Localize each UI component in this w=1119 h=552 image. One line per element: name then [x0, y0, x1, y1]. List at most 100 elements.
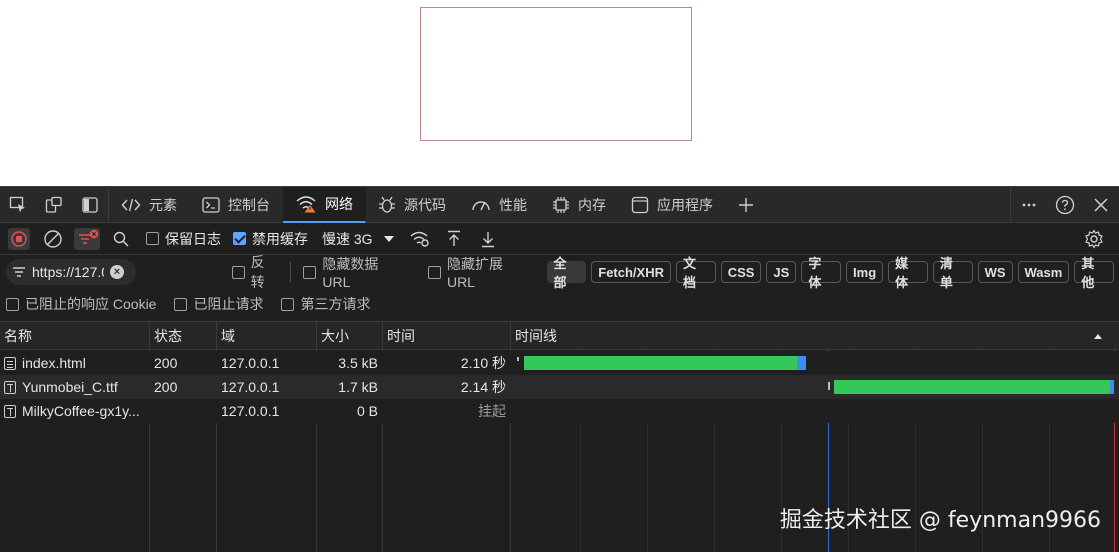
waterfall-waiting-bar — [834, 380, 1110, 394]
tab-label: 控制台 — [228, 196, 270, 213]
type-filter-js[interactable]: JS — [766, 261, 797, 283]
table-row[interactable]: Yunmobei_C.ttf 200 127.0.0.1 1.7 kB 2.14… — [0, 375, 1119, 399]
devtools-tabbar: 元素 控制台 网络 源代码 性能 内存 应用程序 — [0, 186, 1119, 223]
close-icon[interactable] — [1083, 187, 1119, 223]
console-icon — [202, 196, 220, 213]
filter-clear-icon — [74, 227, 100, 250]
tab-label: 源代码 — [404, 196, 446, 213]
checkbox[interactable] — [281, 297, 295, 311]
third-party-checkbox[interactable]: 第三方请求 — [281, 294, 370, 314]
device-emulation-icon[interactable] — [36, 187, 72, 223]
preserve-log-checkbox[interactable]: 保留日志 — [146, 229, 221, 249]
record-button[interactable] — [2, 224, 36, 254]
waterfall-queue-mark — [828, 382, 830, 390]
type-filter-other[interactable]: 其他 — [1074, 256, 1115, 290]
hide-data-url-label: 隐藏数据 URL — [322, 256, 379, 290]
column-status[interactable]: 状态 — [150, 322, 217, 350]
filter-input[interactable] — [32, 264, 104, 280]
network-settings-button[interactable] — [1077, 224, 1111, 254]
tab-label: 性能 — [499, 196, 527, 213]
preserve-log-label: 保留日志 — [165, 230, 221, 247]
type-filter-all[interactable]: 全部 — [546, 256, 587, 290]
tab-elements[interactable]: 元素 — [109, 187, 190, 223]
search-icon — [113, 231, 129, 247]
table-row[interactable]: MilkyCoffee-gx1y... 127.0.0.1 0 B 挂起 — [0, 399, 1119, 423]
network-conditions-button[interactable] — [403, 224, 437, 254]
hide-data-url-checkbox[interactable]: 隐藏数据 URL — [303, 254, 410, 290]
column-waterfall[interactable]: 时间线 — [511, 322, 1119, 350]
tabbar-right — [1010, 187, 1119, 223]
column-domain[interactable]: 域 — [217, 322, 317, 350]
chevron-down-icon — [383, 235, 394, 242]
type-filter-manifest[interactable]: 清单 — [932, 256, 973, 290]
more-options-icon[interactable] — [1011, 187, 1047, 223]
preview-box — [420, 7, 692, 141]
sort-up-icon — [1094, 334, 1102, 339]
waterfall-queue-mark — [517, 357, 519, 361]
tab-sources[interactable]: 源代码 — [366, 187, 459, 223]
checkbox-checked[interactable] — [233, 232, 246, 245]
column-time[interactable]: 时间 — [383, 322, 511, 350]
download-icon — [481, 231, 494, 247]
add-tool-icon[interactable] — [728, 187, 764, 223]
network-toolbar: 保留日志 禁用缓存 慢速 3G — [0, 223, 1119, 255]
invert-checkbox[interactable]: 反转 — [231, 252, 279, 292]
type-filter-wasm[interactable]: Wasm — [1017, 261, 1070, 283]
checkbox[interactable] — [428, 265, 441, 279]
filter-input-wrapper[interactable]: × — [6, 259, 136, 285]
waterfall-waiting-bar — [524, 356, 797, 370]
checkbox[interactable] — [231, 265, 245, 279]
tab-application[interactable]: 应用程序 — [619, 187, 726, 223]
column-name[interactable]: 名称 — [0, 322, 150, 350]
type-filter-css[interactable]: CSS — [720, 261, 762, 283]
throttle-select[interactable]: 慢速 3G — [322, 229, 395, 249]
help-icon[interactable] — [1047, 187, 1083, 223]
column-size[interactable]: 大小 — [317, 322, 383, 350]
type-filter-fetch-xhr[interactable]: Fetch/XHR — [591, 261, 671, 283]
document-icon — [4, 357, 16, 370]
type-filter-media[interactable]: 媒体 — [888, 256, 928, 290]
resource-type-filters: 全部 Fetch/XHR 文档 CSS JS 字体 Img 媒体 清单 WS W… — [546, 256, 1119, 290]
request-name: index.html — [22, 355, 86, 371]
import-har-button[interactable] — [437, 224, 471, 254]
type-filter-doc[interactable]: 文档 — [675, 256, 716, 290]
chip-icon — [553, 196, 569, 213]
disable-cache-label: 禁用缓存 — [252, 230, 308, 247]
checkbox[interactable] — [174, 297, 188, 311]
tab-console[interactable]: 控制台 — [190, 187, 283, 223]
type-filter-ws[interactable]: WS — [977, 261, 1013, 283]
cell-size: 3.5 kB — [338, 355, 378, 371]
waterfall-download-bar — [1110, 380, 1114, 394]
tab-memory[interactable]: 内存 — [540, 187, 619, 223]
tab-label: 内存 — [578, 196, 606, 213]
blocked-cookies-checkbox[interactable]: 已阻止的响应 Cookie — [6, 294, 156, 314]
gear-icon — [1085, 228, 1103, 249]
blocked-requests-checkbox[interactable]: 已阻止请求 — [174, 294, 263, 314]
filter-toggle-button[interactable] — [70, 224, 104, 254]
checkbox[interactable] — [303, 265, 317, 279]
filter-icon — [13, 267, 25, 277]
cell-domain: 127.0.0.1 — [221, 379, 280, 395]
code-brackets-icon — [121, 198, 141, 211]
tab-network[interactable]: 网络 — [283, 186, 366, 223]
table-row[interactable]: index.html 200 127.0.0.1 3.5 kB 2.10 秒 — [0, 351, 1119, 375]
request-name: Yunmobei_C.ttf — [22, 379, 118, 395]
type-filter-font[interactable]: 字体 — [801, 256, 842, 290]
export-har-button[interactable] — [471, 224, 505, 254]
cell-status: 200 — [154, 355, 178, 371]
disable-cache-checkbox[interactable]: 禁用缓存 — [233, 229, 308, 249]
checkbox[interactable] — [6, 297, 19, 311]
hide-ext-url-checkbox[interactable]: 隐藏扩展 URL — [428, 254, 535, 290]
clear-filter-icon[interactable]: × — [110, 265, 124, 279]
dock-side-icon[interactable] — [72, 187, 108, 223]
checkbox[interactable] — [146, 232, 159, 245]
clear-button[interactable] — [36, 224, 70, 254]
table-header: 名称 状态 域 大小 时间 时间线 — [0, 321, 1119, 350]
tab-label: 应用程序 — [657, 196, 713, 213]
hide-ext-url-label: 隐藏扩展 URL — [446, 256, 503, 290]
inspect-icon[interactable] — [0, 187, 36, 223]
tab-performance[interactable]: 性能 — [459, 187, 540, 223]
invert-label: 反转 — [250, 254, 265, 290]
type-filter-img[interactable]: Img — [846, 261, 884, 283]
search-button[interactable] — [104, 224, 138, 254]
